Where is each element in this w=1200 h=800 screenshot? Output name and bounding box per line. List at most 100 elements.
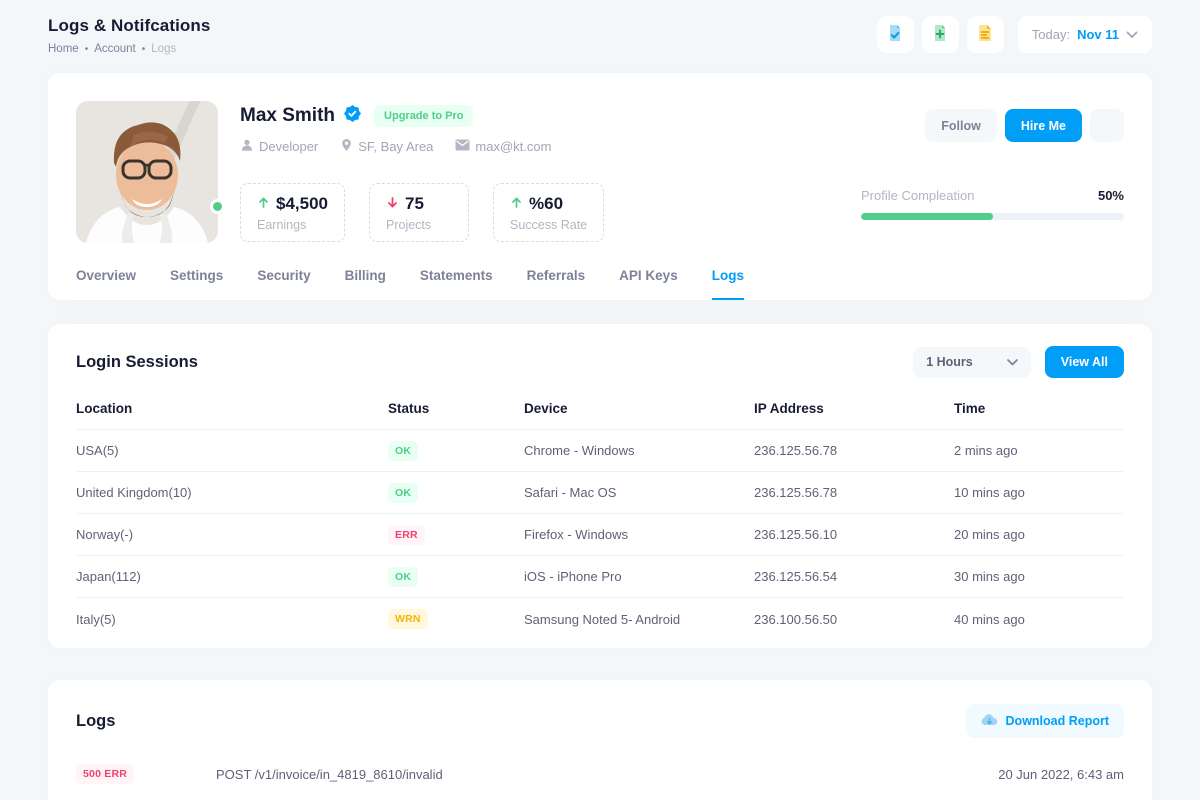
- profile-completion: Profile Compleation 50%: [861, 188, 1124, 220]
- stat-success-rate-label: Success Rate: [510, 218, 587, 232]
- cell-device: Firefox - Windows: [524, 527, 754, 542]
- cell-device: iOS - iPhone Pro: [524, 569, 754, 584]
- column-status: Status: [388, 401, 524, 416]
- cell-device: Safari - Mac OS: [524, 485, 754, 500]
- cell-ip: 236.125.56.10: [754, 527, 954, 542]
- status-badge: WRN: [388, 609, 428, 629]
- profile-actions: Follow Hire Me: [861, 109, 1124, 142]
- document-plus-icon: [930, 23, 950, 46]
- table-row: Japan(112) OK iOS - iPhone Pro 236.125.5…: [76, 556, 1124, 598]
- tab-statements[interactable]: Statements: [420, 268, 493, 300]
- tab-referrals[interactable]: Referrals: [527, 268, 586, 300]
- progress-percent: 50%: [1098, 188, 1124, 203]
- progress-track: [861, 213, 1124, 220]
- tab-overview[interactable]: Overview: [76, 268, 136, 300]
- document-check-icon: [885, 23, 905, 46]
- tab-api-keys[interactable]: API Keys: [619, 268, 678, 300]
- cell-location: Japan(112): [76, 569, 388, 584]
- topbar-left: Logs & Notifcations Home • Account • Log…: [48, 16, 210, 55]
- document-lines-icon: [975, 23, 995, 46]
- stats-row: $4,500 Earnings 75 Projects: [240, 183, 831, 242]
- progress-fill: [861, 213, 993, 220]
- meta-location-label: SF, Bay Area: [358, 139, 433, 154]
- login-sessions-header: Login Sessions 1 Hours View All: [76, 346, 1124, 378]
- table-row: Norway(-) ERR Firefox - Windows 236.125.…: [76, 514, 1124, 556]
- log-message: POST /v1/invoice/in_4819_8610/invalid: [216, 767, 998, 782]
- cell-time: 20 mins ago: [954, 527, 1124, 542]
- more-options-button[interactable]: [1090, 109, 1124, 142]
- cell-location: USA(5): [76, 443, 388, 458]
- profile-name: Max Smith: [240, 105, 335, 127]
- mail-icon: [455, 139, 470, 154]
- cell-time: 30 mins ago: [954, 569, 1124, 584]
- table-row: USA(5) OK Chrome - Windows 236.125.56.78…: [76, 430, 1124, 472]
- tab-billing[interactable]: Billing: [345, 268, 386, 300]
- breadcrumb-separator: •: [142, 44, 146, 55]
- breadcrumb-home[interactable]: Home: [48, 43, 79, 55]
- hours-filter-value: 1 Hours: [926, 355, 973, 369]
- date-value: Nov 11: [1077, 27, 1119, 42]
- stat-projects-value: 75: [405, 194, 424, 214]
- breadcrumb-logs: Logs: [151, 43, 176, 55]
- cell-time: 2 mins ago: [954, 443, 1124, 458]
- column-device: Device: [524, 401, 754, 416]
- log-time: 20 Jun 2022, 6:43 am: [998, 767, 1124, 782]
- progress-label: Profile Compleation: [861, 188, 974, 203]
- name-row: Max Smith Upgrade to Pro: [240, 101, 831, 127]
- stat-success-rate-value: %60: [529, 194, 563, 214]
- document-plus-button[interactable]: [922, 16, 959, 53]
- document-check-button[interactable]: [877, 16, 914, 53]
- topbar: Logs & Notifcations Home • Account • Log…: [48, 16, 1152, 55]
- login-sessions-card: Login Sessions 1 Hours View All Location…: [48, 324, 1152, 648]
- table-row: United Kingdom(10) OK Safari - Mac OS 23…: [76, 472, 1124, 514]
- meta-role: Developer: [240, 138, 318, 155]
- status-badge: OK: [388, 483, 418, 503]
- login-sessions-title: Login Sessions: [76, 353, 198, 372]
- cell-ip: 236.100.56.50: [754, 612, 954, 627]
- status-badge: OK: [388, 567, 418, 587]
- upgrade-to-pro-badge[interactable]: Upgrade to Pro: [374, 105, 473, 127]
- logs-header: Logs Download Report: [76, 704, 1124, 738]
- stat-earnings-value: $4,500: [276, 194, 328, 214]
- topbar-actions: Today: Nov 11: [877, 16, 1152, 53]
- log-row: 500 ERR POST /v1/invoice/in_4819_8610/in…: [76, 764, 1124, 784]
- stat-success-rate: %60 Success Rate: [493, 183, 604, 242]
- date-selector[interactable]: Today: Nov 11: [1018, 16, 1152, 53]
- tab-settings[interactable]: Settings: [170, 268, 223, 300]
- profile-top: Max Smith Upgrade to Pro Developer SF, B…: [76, 101, 1124, 243]
- profile-tabs: Overview Settings Security Billing State…: [76, 268, 1124, 300]
- tab-logs[interactable]: Logs: [712, 268, 744, 300]
- cell-location: Norway(-): [76, 527, 388, 542]
- tab-security[interactable]: Security: [257, 268, 310, 300]
- column-ip-address: IP Address: [754, 401, 954, 416]
- cell-time: 10 mins ago: [954, 485, 1124, 500]
- avatar: [76, 101, 218, 243]
- pin-icon: [340, 138, 353, 155]
- stat-projects-label: Projects: [386, 218, 452, 232]
- follow-button[interactable]: Follow: [925, 109, 997, 142]
- table-header-row: Location Status Device IP Address Time: [76, 388, 1124, 430]
- verified-badge-icon: [344, 105, 361, 127]
- cell-device: Chrome - Windows: [524, 443, 754, 458]
- online-status-dot: [210, 199, 225, 214]
- breadcrumb-separator: •: [85, 44, 89, 55]
- hire-me-button[interactable]: Hire Me: [1005, 109, 1082, 142]
- document-lines-button[interactable]: [967, 16, 1004, 53]
- breadcrumb-account[interactable]: Account: [94, 43, 136, 55]
- cell-device: Samsung Noted 5- Android: [524, 612, 754, 627]
- download-report-button[interactable]: Download Report: [966, 704, 1124, 738]
- hours-filter-dropdown[interactable]: 1 Hours: [913, 347, 1031, 378]
- column-time: Time: [954, 401, 1124, 416]
- arrow-up-icon: [257, 194, 270, 214]
- meta-email-label: max@kt.com: [475, 139, 551, 154]
- chevron-down-icon: [1007, 355, 1018, 369]
- cell-ip: 236.125.56.54: [754, 569, 954, 584]
- status-badge: OK: [388, 441, 418, 461]
- stat-earnings-label: Earnings: [257, 218, 328, 232]
- download-report-label: Download Report: [1006, 714, 1109, 728]
- cell-ip: 236.125.56.78: [754, 443, 954, 458]
- meta-role-label: Developer: [259, 139, 318, 154]
- stat-earnings: $4,500 Earnings: [240, 183, 345, 242]
- view-all-button[interactable]: View All: [1045, 346, 1124, 378]
- logs-title: Logs: [76, 712, 115, 731]
